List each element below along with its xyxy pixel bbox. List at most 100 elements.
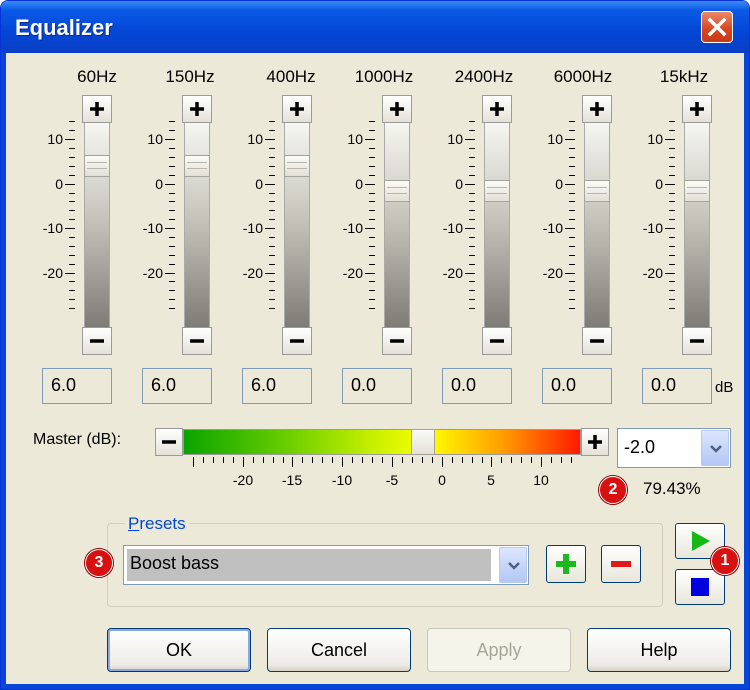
band-value-field-15khz[interactable]: 0.0 [642, 368, 712, 404]
band-slider-60hz[interactable] [82, 95, 112, 357]
scale-tick [569, 130, 575, 131]
band-decrease-button[interactable] [382, 327, 412, 355]
scale-tick [65, 184, 75, 185]
scale-tick [669, 210, 675, 211]
presets-legend-text: resets [139, 514, 186, 533]
cancel-button[interactable]: Cancel [267, 628, 411, 672]
band-track[interactable] [684, 123, 710, 327]
band-slider-thumb[interactable] [684, 180, 710, 202]
band-scale-6000hz: 10 0 -10 -20 [543, 121, 577, 325]
scale-tick [169, 166, 175, 167]
master-slider-thumb[interactable] [411, 429, 435, 455]
presets-dropdown-button[interactable] [499, 547, 527, 583]
band-track[interactable] [384, 123, 410, 327]
band-decrease-button[interactable] [482, 327, 512, 355]
scale-label: -10 [542, 220, 563, 236]
master-dropdown-button[interactable] [701, 430, 729, 466]
scale-tick [369, 299, 375, 300]
scale-label: 10 [447, 131, 463, 147]
scale-tick [369, 157, 375, 158]
scale-tick [369, 246, 375, 247]
band-track[interactable] [84, 123, 110, 327]
band-slider-1000hz[interactable] [382, 95, 412, 357]
master-scale-tick [491, 457, 492, 467]
band-value-field-2400hz[interactable]: 0.0 [442, 368, 512, 404]
scale-tick [369, 219, 375, 220]
scale-tick [469, 264, 475, 265]
master-slider[interactable] [183, 429, 581, 455]
stop-button[interactable] [675, 569, 725, 605]
band-value-field-150hz[interactable]: 6.0 [142, 368, 212, 404]
band-slider-15khz[interactable] [682, 95, 712, 357]
band-decrease-button[interactable] [182, 327, 212, 355]
presets-combo[interactable]: Boost bass [123, 545, 529, 585]
remove-preset-button[interactable] [601, 545, 641, 583]
scale-tick [569, 255, 575, 256]
help-button[interactable]: Help [587, 628, 731, 672]
band-value-field-400hz[interactable]: 6.0 [242, 368, 312, 404]
band-slider-400hz[interactable] [282, 95, 312, 357]
scale-tick [369, 201, 375, 202]
band-slider-thumb[interactable] [284, 155, 310, 177]
master-scale-tick [243, 457, 244, 467]
band-slider-150hz[interactable] [182, 95, 212, 357]
band-value-field-6000hz[interactable]: 0.0 [542, 368, 612, 404]
band-decrease-button[interactable] [82, 327, 112, 355]
master-scale-tick [392, 457, 393, 467]
band-scale-15khz: 10 0 -10 -20 [643, 121, 677, 325]
scale-tick [69, 121, 75, 122]
band-increase-button[interactable] [382, 95, 412, 123]
master-scale-tick [432, 457, 433, 463]
scale-tick [269, 237, 275, 238]
band-track[interactable] [284, 123, 310, 327]
scale-tick [469, 175, 475, 176]
master-decrease-button[interactable] [155, 428, 183, 456]
band-slider-thumb[interactable] [484, 180, 510, 202]
scale-tick [565, 273, 575, 274]
band-increase-button[interactable] [82, 95, 112, 123]
plus-icon [190, 102, 204, 116]
band-decrease-button[interactable] [682, 327, 712, 355]
band-scale-150hz: 10 0 -10 -20 [143, 121, 177, 325]
band-slider-thumb[interactable] [84, 155, 110, 177]
scale-tick [269, 175, 275, 176]
band-track[interactable] [584, 123, 610, 327]
band-slider-6000hz[interactable] [582, 95, 612, 357]
band-slider-thumb[interactable] [384, 180, 410, 202]
add-preset-button[interactable] [546, 545, 586, 583]
band-increase-button[interactable] [182, 95, 212, 123]
minus-icon [90, 339, 104, 343]
band-slider-thumb[interactable] [184, 155, 210, 177]
scale-tick [469, 246, 475, 247]
scale-label: -20 [342, 265, 363, 281]
callout-badge-1: 1 [711, 547, 739, 575]
master-scale-tick [422, 457, 423, 463]
master-value-combo[interactable]: -2.0 [617, 428, 731, 468]
apply-button[interactable]: Apply [427, 628, 571, 672]
scale-tick [369, 210, 375, 211]
band-increase-button[interactable] [682, 95, 712, 123]
band-increase-button[interactable] [282, 95, 312, 123]
scale-label: -20 [242, 265, 263, 281]
presets-legend-accel: P [128, 514, 140, 533]
scale-tick [469, 281, 475, 282]
band-track[interactable] [184, 123, 210, 327]
band-decrease-button[interactable] [582, 327, 612, 355]
scale-tick [169, 193, 175, 194]
band-increase-button[interactable] [482, 95, 512, 123]
band-decrease-button[interactable] [282, 327, 312, 355]
master-increase-button[interactable] [581, 428, 609, 456]
close-button[interactable] [701, 11, 733, 43]
band-value-field-60hz[interactable]: 6.0 [42, 368, 112, 404]
scale-tick [269, 264, 275, 265]
scale-tick [669, 264, 675, 265]
scale-tick [269, 157, 275, 158]
band-slider-thumb[interactable] [584, 180, 610, 202]
band-increase-button[interactable] [582, 95, 612, 123]
master-scale-tick [362, 457, 363, 463]
scale-tick [65, 139, 75, 140]
band-track[interactable] [484, 123, 510, 327]
ok-button[interactable]: OK [107, 628, 251, 672]
band-value-field-1000hz[interactable]: 0.0 [342, 368, 412, 404]
band-slider-2400hz[interactable] [482, 95, 512, 357]
